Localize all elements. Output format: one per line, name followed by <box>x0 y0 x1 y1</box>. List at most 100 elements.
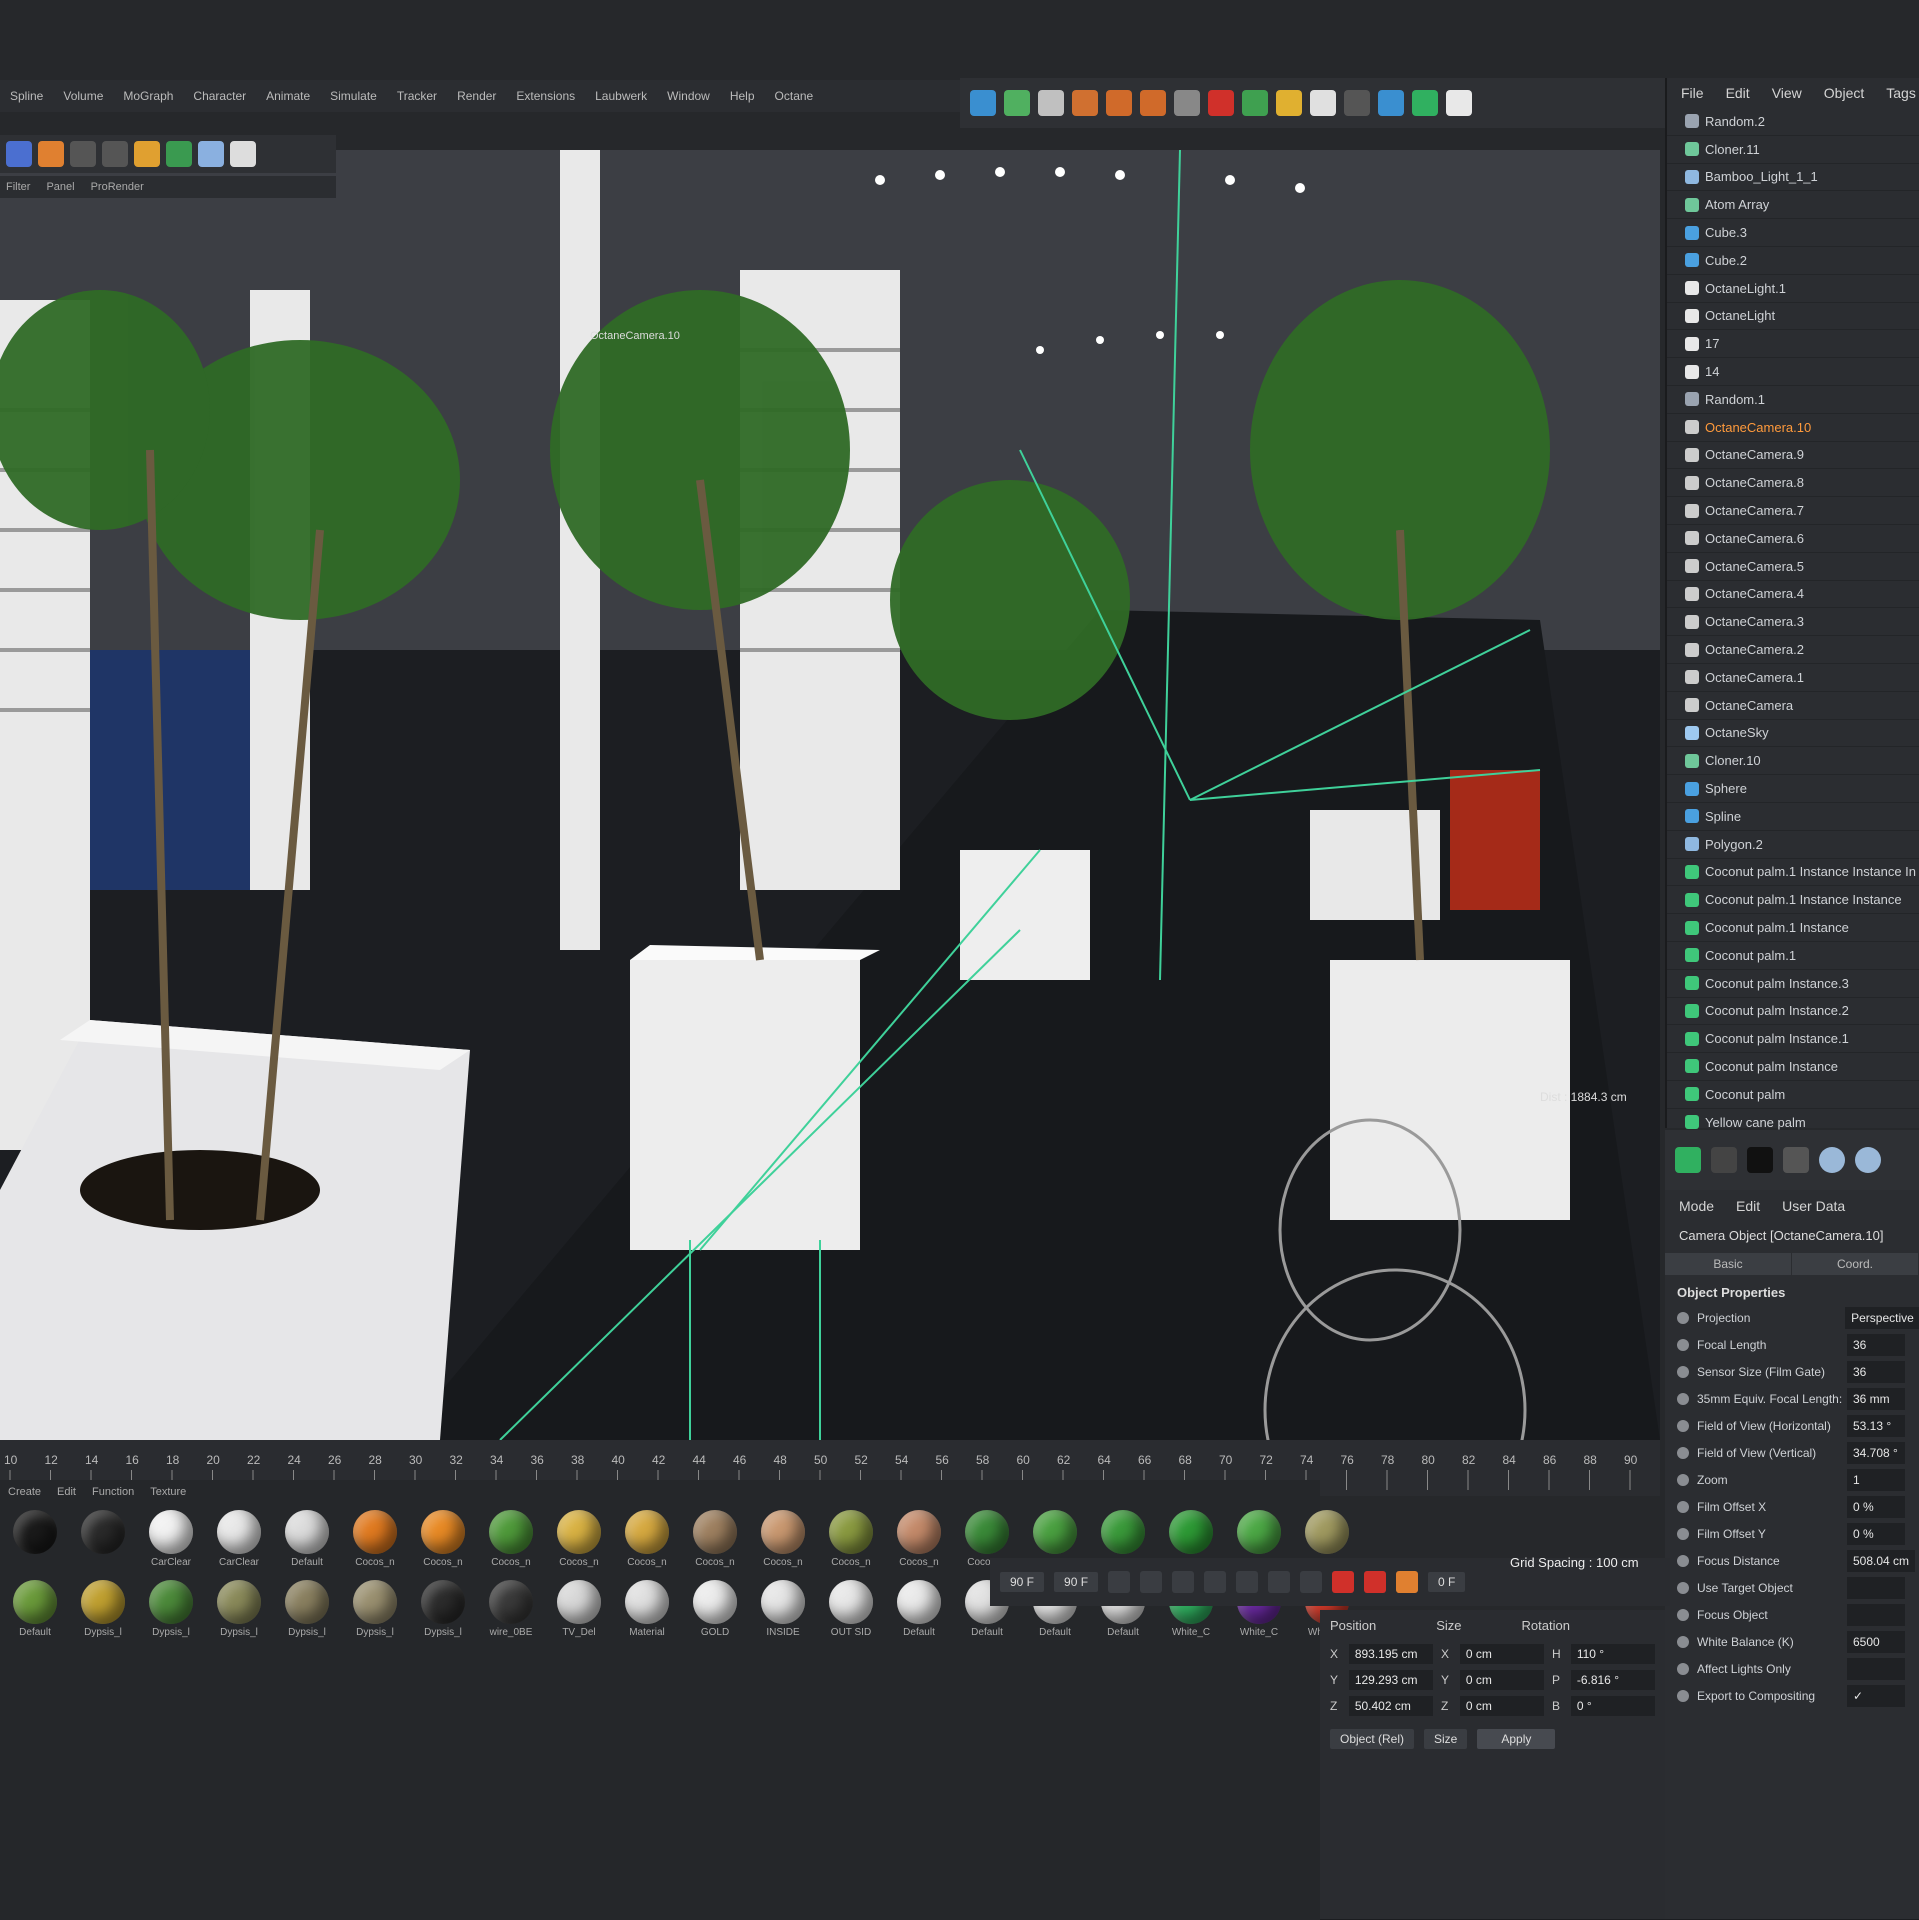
move-icon[interactable] <box>1004 90 1030 116</box>
object-list-item[interactable]: Coconut palm Instance.2 <box>1667 998 1919 1026</box>
material-swatch[interactable]: Cocos_n <box>550 1510 608 1568</box>
attr-menu-edit[interactable]: Edit <box>1736 1198 1760 1214</box>
menu-item-character[interactable]: Character <box>193 89 246 103</box>
material-swatch[interactable]: Cocos_n <box>754 1510 812 1568</box>
undo-icon[interactable] <box>6 141 32 167</box>
viewport-menu-prorender[interactable]: ProRender <box>91 181 144 193</box>
deformer-icon[interactable] <box>1344 90 1370 116</box>
material-swatch[interactable]: Cocos_n <box>686 1510 744 1568</box>
object-list-item[interactable]: Atom Array <box>1667 191 1919 220</box>
stop-icon[interactable] <box>1747 1147 1773 1173</box>
grid-icon[interactable] <box>198 141 224 167</box>
menu-item-volume[interactable]: Volume <box>63 89 103 103</box>
object-list-item[interactable]: OctaneCamera.9 <box>1667 442 1919 470</box>
viewport-menu-panel[interactable]: Panel <box>46 181 74 193</box>
menu-item-tracker[interactable]: Tracker <box>397 89 437 103</box>
material-swatch[interactable]: Dypsis_l <box>74 1580 132 1638</box>
material-swatch[interactable]: GOLD <box>686 1580 744 1638</box>
octane-material-icon[interactable] <box>1242 90 1268 116</box>
material-menu-function[interactable]: Function <box>92 1486 134 1498</box>
3d-viewport[interactable]: OctaneCamera.10 <box>0 150 1660 1440</box>
object-list-item[interactable]: Random.2 <box>1667 108 1919 136</box>
property-value[interactable]: 0 % <box>1847 1495 1905 1518</box>
object-list-item[interactable]: Bamboo_Light_1_1 <box>1667 164 1919 192</box>
object-list-item[interactable]: Coconut palm Instance.3 <box>1667 970 1919 998</box>
object-list-item[interactable]: Coconut palm Instance.1 <box>1667 1025 1919 1054</box>
render-settings-icon[interactable] <box>1174 90 1200 116</box>
sphere-icon[interactable] <box>166 141 192 167</box>
om-menu-object[interactable]: Object <box>1824 85 1864 101</box>
material-swatch[interactable]: TV_Del <box>550 1580 608 1638</box>
object-list-item[interactable]: OctaneLight.1 <box>1667 275 1919 303</box>
light-icon[interactable] <box>134 141 160 167</box>
keyframe-dot-icon[interactable] <box>1677 1554 1689 1567</box>
keyframe-dot-icon[interactable] <box>1677 1662 1689 1675</box>
object-list-item[interactable]: OctaneLight <box>1667 303 1919 331</box>
render-tag-icon[interactable] <box>1783 1147 1809 1173</box>
material-tag-2-icon[interactable] <box>1855 1147 1881 1173</box>
material-swatch[interactable]: Cocos_n <box>618 1510 676 1568</box>
frame-icon[interactable] <box>1038 90 1064 116</box>
autokey-icon[interactable] <box>1364 1571 1387 1593</box>
tab-coord[interactable]: Coord. <box>1792 1253 1919 1275</box>
attr-menu-mode[interactable]: Mode <box>1679 1198 1714 1214</box>
keyframe-dot-icon[interactable] <box>1677 1500 1689 1513</box>
coordinate-value-field[interactable]: 50.402 cm <box>1348 1696 1433 1716</box>
keyframe-dot-icon[interactable] <box>1677 1392 1689 1405</box>
menu-item-extensions[interactable]: Extensions <box>516 89 575 103</box>
object-list-item[interactable]: OctaneCamera.7 <box>1667 497 1919 525</box>
coordinate-mode-select[interactable]: Object (Rel) <box>1330 1729 1415 1749</box>
material-swatch[interactable]: wire_0BE <box>482 1580 540 1638</box>
size-mode-select[interactable]: Size <box>1424 1729 1468 1749</box>
object-list-item[interactable]: Coconut palm.1 Instance <box>1667 914 1919 942</box>
object-list-item[interactable]: Coconut palm <box>1667 1081 1919 1109</box>
octane-light-icon[interactable] <box>1276 90 1302 116</box>
view-icon[interactable] <box>970 90 996 116</box>
current-frame-field[interactable]: 0 F <box>1428 1572 1466 1592</box>
menu-item-simulate[interactable]: Simulate <box>330 89 377 103</box>
next-frame-icon[interactable] <box>1236 1571 1259 1593</box>
cube-icon[interactable] <box>1446 90 1472 116</box>
object-list-item[interactable]: 14 <box>1667 358 1919 386</box>
keyframe-dot-icon[interactable] <box>1677 1473 1689 1486</box>
goto-end-icon[interactable] <box>1300 1571 1323 1593</box>
object-list-item[interactable]: OctaneCamera.8 <box>1667 469 1919 498</box>
object-list-item[interactable]: OctaneCamera.3 <box>1667 608 1919 637</box>
object-list-item[interactable]: Coconut palm.1 <box>1667 942 1919 970</box>
end-frame-field[interactable]: 90 F <box>1000 1572 1045 1592</box>
octane-camera-icon[interactable] <box>1310 90 1336 116</box>
goto-start-icon[interactable] <box>1108 1571 1131 1593</box>
om-menu-file[interactable]: File <box>1681 85 1704 101</box>
menu-item-laubwerk[interactable]: Laubwerk <box>595 89 647 103</box>
coordinate-value-field[interactable]: 0 cm <box>1459 1670 1544 1690</box>
property-value[interactable]: 36 <box>1847 1360 1905 1383</box>
render-view-icon[interactable] <box>1106 90 1132 116</box>
bulb-icon[interactable] <box>230 141 256 167</box>
octane-live-icon[interactable] <box>1208 90 1234 116</box>
om-menu-edit[interactable]: Edit <box>1726 85 1750 101</box>
material-tag-icon[interactable] <box>1819 1147 1845 1173</box>
property-value[interactable]: 36 <box>1847 1333 1905 1356</box>
coordinate-value-field[interactable]: 0 ° <box>1570 1696 1655 1716</box>
viewport-menu-filter[interactable]: Filter <box>6 181 30 193</box>
coordinate-value-field[interactable]: 129.293 cm <box>1348 1670 1433 1690</box>
material-swatch[interactable]: Default <box>890 1580 948 1638</box>
material-swatch[interactable]: CarClear <box>142 1510 200 1568</box>
keyframe-dot-icon[interactable] <box>1677 1581 1689 1594</box>
object-list-item[interactable]: OctaneCamera.2 <box>1667 636 1919 664</box>
property-value[interactable]: Perspective <box>1845 1306 1919 1329</box>
menu-item-spline[interactable]: Spline <box>10 89 43 103</box>
material-swatch[interactable]: Dypsis_l <box>346 1580 404 1638</box>
material-swatch[interactable]: OUT SID <box>822 1580 880 1638</box>
end-frame-field-2[interactable]: 90 F <box>1054 1572 1099 1592</box>
property-value[interactable] <box>1847 1576 1905 1599</box>
material-swatch[interactable]: Dypsis_l <box>278 1580 336 1638</box>
object-list-item[interactable]: OctaneCamera.1 <box>1667 664 1919 692</box>
keyframe-dot-icon[interactable] <box>1677 1608 1689 1621</box>
material-swatch[interactable]: Dypsis_l <box>142 1580 200 1638</box>
material-swatch[interactable]: Cocos_n <box>890 1510 948 1568</box>
redo-icon[interactable] <box>38 141 64 167</box>
material-swatch[interactable] <box>6 1510 64 1568</box>
material-menu-texture[interactable]: Texture <box>150 1486 186 1498</box>
prev-frame-icon[interactable] <box>1172 1571 1195 1593</box>
